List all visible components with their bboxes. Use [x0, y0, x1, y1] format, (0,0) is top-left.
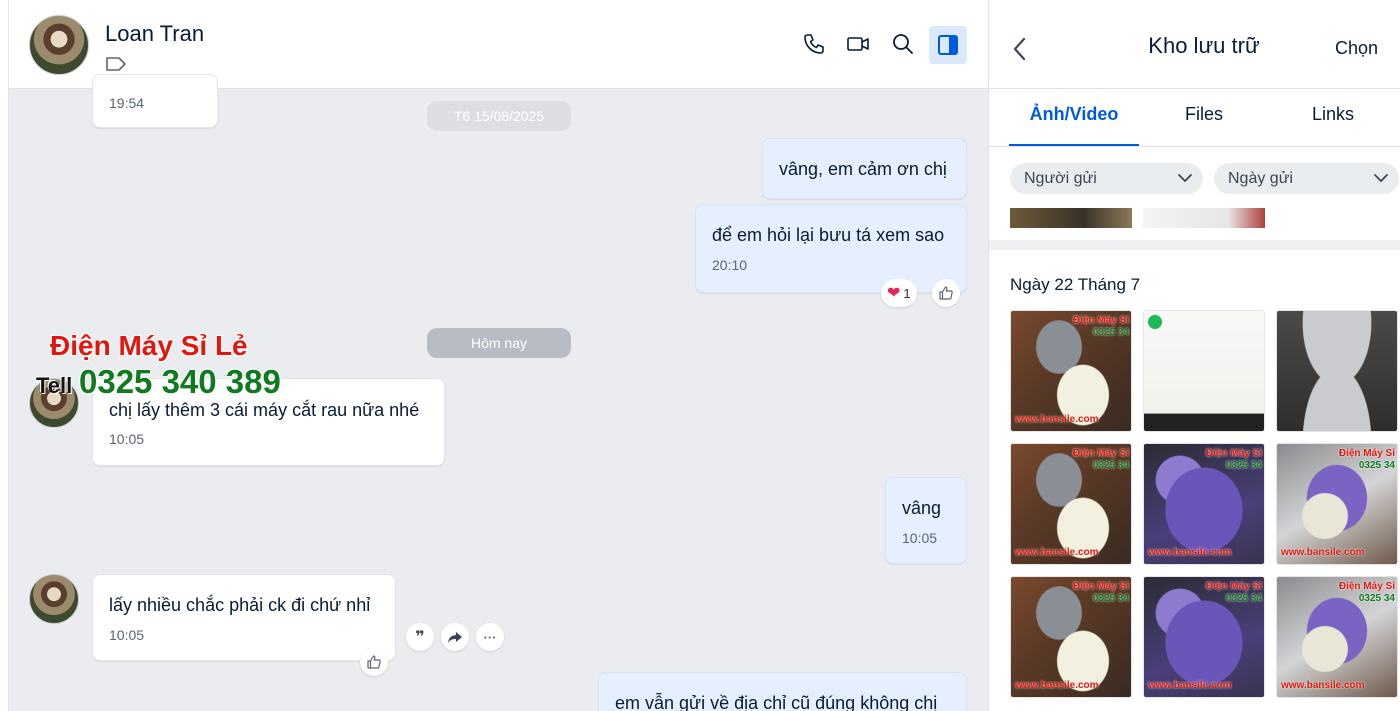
heart-icon: ❤ — [887, 285, 901, 302]
select-button[interactable]: Chọn — [1335, 38, 1378, 59]
section-divider — [989, 240, 1400, 250]
date-group-label: Ngày 22 Tháng 7 — [1010, 275, 1141, 294]
message-text: để em hỏi lại bưu tá xem sao — [712, 225, 945, 245]
thumbs-up-icon — [939, 286, 953, 300]
thumbnail-watermark: 0325 34 — [1225, 460, 1262, 471]
media-thumbnail[interactable] — [1143, 310, 1265, 432]
message-text: lấy nhiều chắc phải ck đi chứ nhỉ — [109, 595, 371, 615]
reaction-badge[interactable]: ❤ 1 — [881, 279, 917, 307]
message-bubble-out[interactable]: để em hỏi lại bưu tá xem sao 20:10 — [695, 204, 967, 293]
thumbnail-watermark: Điện Máy Sỉ — [1072, 315, 1129, 326]
thumbnail-watermark: Điện Máy Sỉ — [1072, 448, 1129, 459]
message-text: vâng — [902, 498, 942, 518]
more-options-icon[interactable]: ··· — [476, 623, 504, 651]
video-call-icon[interactable] — [845, 31, 871, 57]
sender-filter-dropdown[interactable]: Người gửi — [1010, 163, 1203, 194]
media-thumbnail[interactable]: Điện Máy Sỉ 0325 34 www.bansile.com — [1010, 443, 1132, 565]
thumbnail-watermark: 0325 34 — [1225, 593, 1262, 604]
message-bubble-in[interactable]: lấy nhiều chắc phải ck đi chứ nhỉ 10:05 — [92, 574, 396, 661]
chevron-down-icon — [1178, 174, 1192, 182]
storage-panel: Kho lưu trữ Chọn Ảnh/Video Files Links N… — [988, 0, 1400, 711]
thumbnail-watermark: Điện Máy Sỉ — [1205, 448, 1262, 459]
media-thumbnail[interactable] — [1276, 310, 1398, 432]
message-time: 19:54 — [109, 95, 145, 111]
thumbnail-watermark: Điện Máy Sỉ — [1072, 581, 1129, 592]
left-edge — [0, 0, 9, 711]
thumbnail-watermark: 0325 34 — [1358, 593, 1395, 604]
tag-icon[interactable] — [105, 56, 127, 72]
chat-area: Loan Tran 19:54 T6 15/08/2025 vâng, em c… — [9, 0, 988, 711]
date-filter-dropdown[interactable]: Ngày gửi — [1214, 163, 1399, 194]
thumbnail-watermark-site: www.bansile.com — [1281, 547, 1365, 558]
message-time: 10:05 — [109, 627, 145, 643]
message-text: em vẫn gửi về địa chỉ cũ đúng không chị — [615, 693, 938, 711]
media-thumbnail[interactable]: Điện Máy Sỉ 0325 34 www.bansile.com — [1143, 443, 1265, 565]
contact-avatar[interactable] — [29, 15, 89, 75]
thumbnail-watermark: Điện Máy Sỉ — [1338, 448, 1395, 459]
media-thumbnail[interactable]: Điện Máy Sỉ 0325 34 www.bansile.com — [1010, 576, 1132, 698]
media-thumbnail[interactable] — [1143, 208, 1265, 228]
thumbnail-watermark: Điện Máy Sỉ — [1338, 581, 1395, 592]
media-thumbnail[interactable]: Điện Máy Sỉ 0325 34 www.bansile.com — [1143, 576, 1265, 698]
divider — [989, 146, 1400, 147]
thumbnail-watermark-site: www.bansile.com — [1015, 680, 1099, 691]
thumbnail-watermark: 0325 34 — [1092, 460, 1129, 471]
thumbnail-watermark: Điện Máy Sỉ — [1205, 581, 1262, 592]
watermark-tell: Tell — [36, 373, 73, 398]
tab-files[interactable]: Files — [1139, 104, 1269, 125]
thumbnail-watermark: 0325 34 — [1358, 460, 1395, 471]
date-filter-label: Ngày gửi — [1228, 169, 1293, 187]
date-separator: T6 15/08/2025 — [427, 101, 571, 131]
media-thumbnail[interactable]: Điện Máy Sỉ 0325 34 www.bansile.com — [1010, 310, 1132, 432]
divider — [989, 88, 1400, 89]
media-thumbnail[interactable]: Điện Máy Sỉ 0325 34 www.bansile.com — [1276, 443, 1398, 565]
message-time: 10:05 — [902, 530, 938, 546]
tab-photos-videos[interactable]: Ảnh/Video — [1009, 104, 1139, 125]
sender-avatar[interactable] — [29, 574, 79, 624]
thumbnail-watermark-site: www.bansile.com — [1015, 547, 1099, 558]
chevron-down-icon — [1374, 174, 1388, 182]
message-bubble-out[interactable]: em vẫn gửi về địa chỉ cũ đúng không chị — [598, 672, 967, 711]
watermark-shop-name: Điện Máy Sỉ Lẻ — [50, 330, 248, 361]
media-thumbnail[interactable]: Điện Máy Sỉ 0325 34 www.bansile.com — [1276, 576, 1398, 698]
success-check-icon — [1148, 315, 1162, 329]
thumbnail-watermark-site: www.bansile.com — [1148, 680, 1232, 691]
search-icon[interactable] — [890, 31, 916, 57]
message-time: 20:10 — [712, 257, 748, 273]
today-separator: Hôm nay — [427, 328, 571, 358]
tab-links[interactable]: Links — [1268, 104, 1398, 125]
message-text: vâng, em cảm ơn chị — [779, 159, 947, 179]
panel-icon — [938, 35, 958, 55]
toggle-info-panel-button[interactable] — [929, 26, 967, 64]
thumbnail-watermark-site: www.bansile.com — [1148, 547, 1232, 558]
like-button[interactable] — [360, 648, 388, 676]
message-time: 10:05 — [109, 431, 145, 447]
forward-icon[interactable] — [441, 623, 469, 651]
sender-filter-label: Người gửi — [1024, 169, 1097, 187]
media-thumbnail[interactable] — [1010, 208, 1132, 228]
watermark-phone: 0325 340 389 — [79, 363, 281, 400]
message-bubble-out[interactable]: vâng, em cảm ơn chị — [762, 138, 967, 199]
contact-name[interactable]: Loan Tran — [105, 21, 204, 47]
thumbnail-watermark-site: www.bansile.com — [1015, 414, 1099, 425]
quote-icon[interactable]: ❞ — [406, 623, 434, 651]
thumbs-up-icon — [367, 655, 381, 669]
thumbnail-watermark-site: www.bansile.com — [1281, 680, 1365, 691]
message-bubble-in[interactable]: 19:54 — [92, 74, 218, 128]
like-button[interactable] — [932, 279, 960, 307]
thumbnail-watermark: 0325 34 — [1092, 327, 1129, 338]
thumbnail-watermark: 0325 34 — [1092, 593, 1129, 604]
message-bubble-out[interactable]: vâng 10:05 — [885, 477, 967, 564]
phone-icon[interactable] — [801, 31, 827, 57]
message-text: chị lấy thêm 3 cái máy cắt rau nữa nhé — [109, 400, 420, 420]
reaction-count: 1 — [903, 285, 911, 301]
